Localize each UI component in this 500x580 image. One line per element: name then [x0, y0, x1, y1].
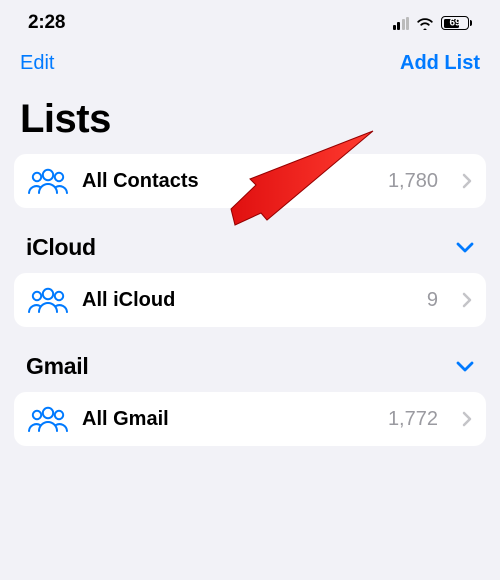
list-count: 1,772	[388, 408, 438, 431]
list-label: All iCloud	[82, 289, 413, 312]
edit-button[interactable]: Edit	[20, 52, 54, 75]
list-row-all-contacts[interactable]: All Contacts 1,780	[14, 154, 486, 208]
chevron-right-icon	[462, 292, 472, 308]
battery-level: 69	[449, 18, 460, 29]
chevron-down-icon	[456, 242, 474, 254]
cellular-signal-icon	[393, 17, 410, 30]
list-label: All Gmail	[82, 408, 374, 431]
list-label: All Contacts	[82, 170, 374, 193]
section-title: Gmail	[26, 353, 88, 380]
wifi-icon	[415, 16, 435, 30]
list-count: 9	[427, 289, 438, 312]
battery-icon: 69	[441, 16, 472, 30]
chevron-down-icon	[456, 361, 474, 373]
status-indicators: 69	[393, 16, 473, 30]
people-icon	[28, 286, 68, 314]
status-time: 2:28	[28, 12, 65, 34]
people-icon	[28, 167, 68, 195]
section-title: iCloud	[26, 234, 96, 261]
status-bar: 2:28 69	[0, 0, 500, 44]
nav-bar: Edit Add List	[0, 44, 500, 79]
people-icon	[28, 405, 68, 433]
page-title: Lists	[0, 79, 500, 154]
section-header-gmail[interactable]: Gmail	[0, 327, 500, 392]
list-count: 1,780	[388, 170, 438, 193]
chevron-right-icon	[462, 411, 472, 427]
list-row-all-icloud[interactable]: All iCloud 9	[14, 273, 486, 327]
section-header-icloud[interactable]: iCloud	[0, 208, 500, 273]
add-list-button[interactable]: Add List	[400, 52, 480, 75]
list-row-all-gmail[interactable]: All Gmail 1,772	[14, 392, 486, 446]
chevron-right-icon	[462, 173, 472, 189]
